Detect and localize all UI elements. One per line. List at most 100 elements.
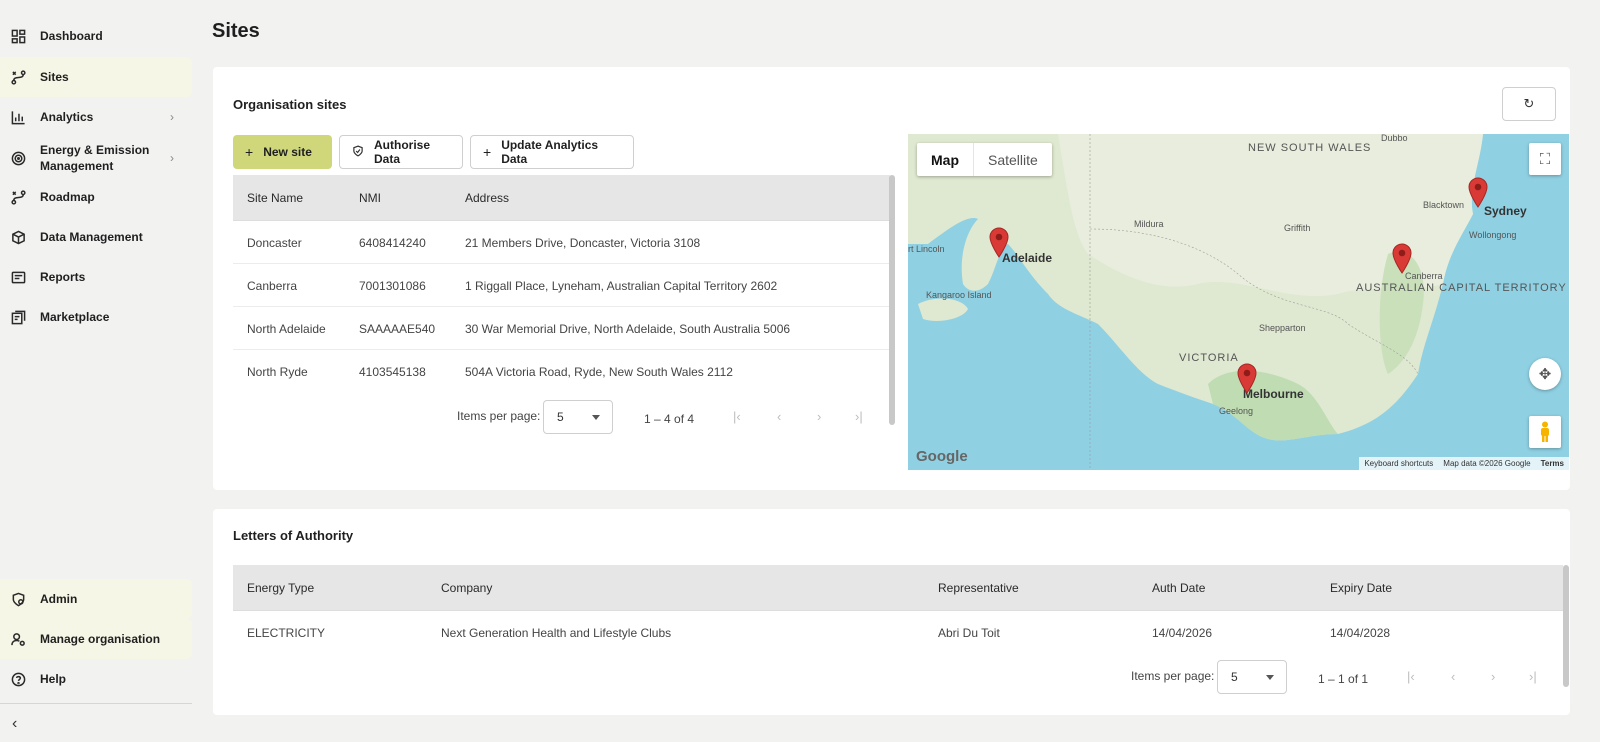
prev-page-icon[interactable]: ‹ <box>1451 669 1455 684</box>
next-page-icon[interactable]: › <box>817 409 821 424</box>
chevron-left-icon: ‹ <box>12 715 18 732</box>
cube-icon <box>10 229 26 245</box>
pagination-range: 1 – 1 of 1 <box>1318 672 1369 686</box>
page-title: Sites <box>212 20 260 42</box>
sidebar-item-sites[interactable]: Sites <box>0 57 192 97</box>
energy-type: ELECTRICITY <box>247 626 326 640</box>
admin-shield-icon <box>10 591 26 607</box>
terms-link[interactable]: Terms <box>1536 459 1569 468</box>
representative: Abri Du Toit <box>938 626 1000 640</box>
pagination-range: 1 – 4 of 4 <box>644 412 695 426</box>
first-page-icon[interactable]: |‹ <box>1407 669 1415 684</box>
map-type-toggle: Map Satellite <box>917 143 1052 176</box>
sidebar-item-label: Admin <box>40 592 78 606</box>
column-header[interactable]: Site Name <box>247 191 303 205</box>
column-header[interactable]: Expiry Date <box>1330 581 1392 595</box>
sidebar-item-roadmap[interactable]: Roadmap <box>0 185 192 209</box>
collapse-sidebar-button[interactable]: ‹ <box>12 715 17 733</box>
refresh-button[interactable]: ↻ <box>1502 87 1556 121</box>
map-label-shepparton: Shepparton <box>1259 323 1306 333</box>
map-pan-control[interactable]: ✥ <box>1529 358 1561 390</box>
sidebar-item-dashboard[interactable]: Dashboard <box>0 24 192 48</box>
map-view-button[interactable]: Map <box>917 143 973 176</box>
keyboard-shortcuts-link[interactable]: Keyboard shortcuts <box>1359 459 1438 468</box>
loa-table-scrollbar[interactable] <box>1563 565 1569 687</box>
map-label-griffith: Griffith <box>1284 223 1311 233</box>
map-label-victoria: VICTORIA <box>1179 352 1239 364</box>
table-header: Energy Type Company Representative Auth … <box>233 565 1563 611</box>
prev-page-icon[interactable]: ‹ <box>777 409 781 424</box>
bar-chart-icon <box>10 109 26 125</box>
fullscreen-button[interactable]: ⛶ <box>1529 143 1561 175</box>
sidebar-item-label: Analytics <box>40 110 94 124</box>
site-nmi: SAAAAAE540 <box>359 322 436 336</box>
caret-down-icon <box>1266 675 1274 680</box>
sidebar-item-admin[interactable]: Admin <box>0 579 192 619</box>
street-view-pegman[interactable] <box>1529 416 1561 448</box>
pan-arrows-icon: ✥ <box>1538 366 1552 383</box>
map-label-sydney: Sydney <box>1484 204 1527 218</box>
sites-table-scrollbar[interactable] <box>889 175 895 425</box>
sidebar-item-marketplace[interactable]: Marketplace <box>0 305 192 329</box>
last-page-icon[interactable]: ›| <box>1529 669 1537 684</box>
pegman-icon <box>1541 421 1549 442</box>
map-pin-north-ryde[interactable] <box>1467 176 1489 208</box>
table-row[interactable]: North Ryde 4103545138 504A Victoria Road… <box>233 350 890 393</box>
sidebar-item-energy-emission[interactable]: Energy & Emission Management › <box>0 140 192 176</box>
items-per-page-label: Items per page: <box>457 409 541 423</box>
new-site-label: New site <box>263 145 312 159</box>
column-header[interactable]: Representative <box>938 581 1019 595</box>
table-row[interactable]: Canberra 7001301086 1 Riggall Place, Lyn… <box>233 264 890 307</box>
new-site-button[interactable]: + New site <box>233 135 332 169</box>
update-analytics-button[interactable]: + Update Analytics Data <box>470 135 634 169</box>
loa-table: Energy Type Company Representative Auth … <box>233 565 1563 657</box>
caret-down-icon <box>592 415 600 420</box>
site-name: Canberra <box>247 279 298 293</box>
sidebar-item-label: Data Management <box>40 230 143 244</box>
sidebar: Dashboard Sites Analytics › Energy & Emi… <box>0 0 192 742</box>
sites-table: Site Name NMI Address Doncaster 64084142… <box>233 175 890 435</box>
column-header[interactable]: Energy Type <box>247 581 314 595</box>
authorise-data-button[interactable]: Authorise Data <box>339 135 463 169</box>
table-row[interactable]: Doncaster 6408414240 21 Members Drive, D… <box>233 221 890 264</box>
sidebar-item-label: Roadmap <box>40 190 95 204</box>
table-row[interactable]: North Adelaide SAAAAAE540 30 War Memoria… <box>233 307 890 350</box>
sidebar-item-data-management[interactable]: Data Management <box>0 225 192 249</box>
shield-check-icon <box>352 144 364 160</box>
sites-map[interactable]: NEW SOUTH WALES VICTORIA AUSTRALIAN CAPI… <box>908 134 1569 470</box>
sidebar-item-help[interactable]: Help <box>0 667 192 691</box>
company: Next Generation Health and Lifestyle Clu… <box>441 626 672 640</box>
first-page-icon[interactable]: |‹ <box>733 409 741 424</box>
table-row[interactable]: ELECTRICITY Next Generation Health and L… <box>233 611 1563 654</box>
site-address: 1 Riggall Place, Lyneham, Australian Cap… <box>465 279 778 293</box>
sidebar-item-reports[interactable]: Reports <box>0 265 192 289</box>
sidebar-item-label: Dashboard <box>40 29 103 43</box>
last-page-icon[interactable]: ›| <box>855 409 863 424</box>
site-name: North Ryde <box>247 365 308 379</box>
map-pin-canberra[interactable] <box>1391 242 1413 274</box>
map-data-attribution: Map data ©2026 Google <box>1443 459 1531 468</box>
column-header[interactable]: Auth Date <box>1152 581 1205 595</box>
map-label-port-lincoln: rt Lincoln <box>908 244 945 254</box>
map-pin-adelaide[interactable] <box>988 226 1010 258</box>
sidebar-item-analytics[interactable]: Analytics › <box>0 105 192 129</box>
column-header[interactable]: NMI <box>359 191 381 205</box>
plus-icon: + <box>245 144 254 160</box>
column-header[interactable]: Company <box>441 581 492 595</box>
sidebar-item-label: Sites <box>40 70 69 84</box>
sidebar-item-manage-organisation[interactable]: Manage organisation <box>0 619 192 659</box>
items-per-page-select[interactable]: 5 <box>1217 660 1287 694</box>
items-per-page-select[interactable]: 5 <box>543 400 613 434</box>
satellite-view-button[interactable]: Satellite <box>973 143 1052 176</box>
sidebar-item-label: Energy & Emission Management <box>40 143 150 173</box>
marketplace-icon <box>10 309 26 325</box>
map-pin-melbourne[interactable] <box>1236 362 1258 394</box>
target-icon <box>10 150 26 166</box>
sidebar-item-label: Marketplace <box>40 310 110 324</box>
fullscreen-icon: ⛶ <box>1539 150 1551 168</box>
column-header[interactable]: Address <box>465 191 509 205</box>
map-footer: Keyboard shortcuts Map data ©2026 Google… <box>1359 457 1569 470</box>
plus-icon: + <box>483 144 492 160</box>
update-analytics-label: Update Analytics Data <box>501 138 599 166</box>
next-page-icon[interactable]: › <box>1491 669 1495 684</box>
